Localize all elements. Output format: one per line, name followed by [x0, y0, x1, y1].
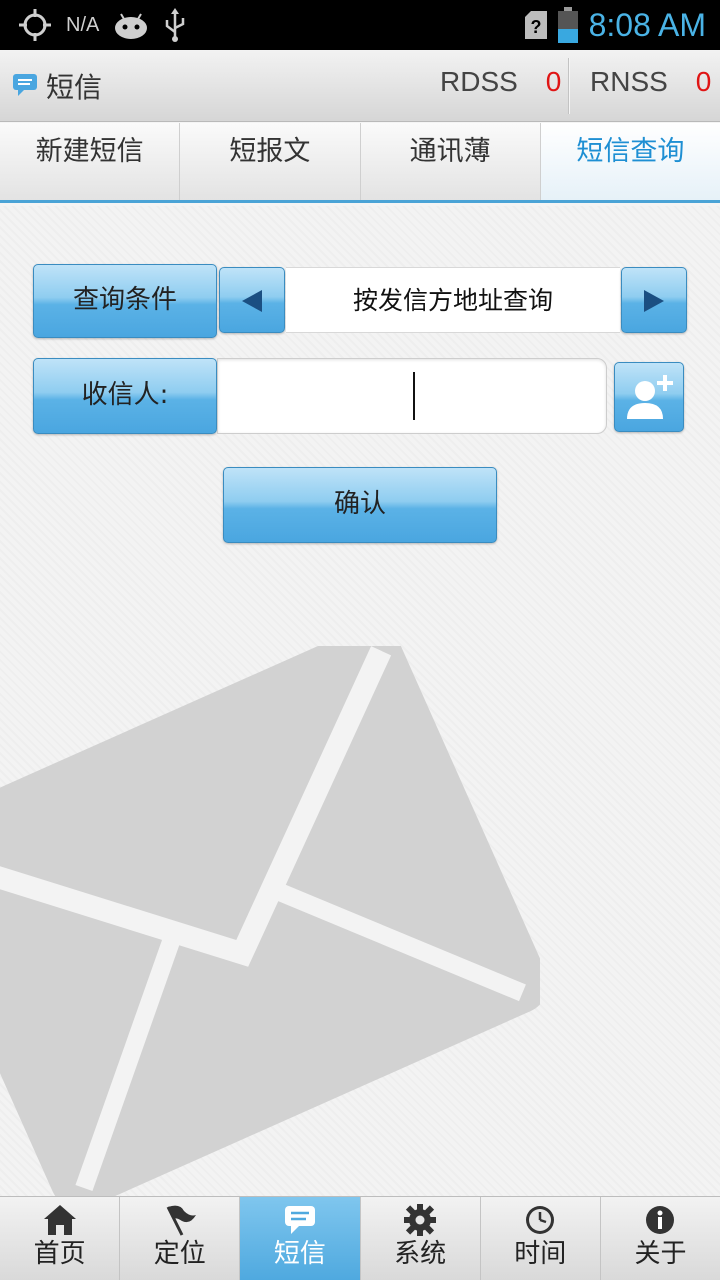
- nav-home[interactable]: 首页: [0, 1197, 121, 1280]
- nav-time[interactable]: 时间: [481, 1197, 601, 1280]
- rnss-counter: RNSS 0: [590, 66, 711, 98]
- clock-icon: [526, 1206, 555, 1234]
- message-app-icon: [13, 74, 37, 96]
- svg-text:?: ?: [530, 17, 541, 37]
- network-label: N/A: [66, 13, 100, 36]
- tab-label: 短信查询: [576, 136, 685, 167]
- confirm-button[interactable]: 确认: [223, 467, 497, 543]
- tab-address-book[interactable]: 通讯薄: [361, 123, 541, 200]
- recipient-label: 收信人:: [33, 358, 217, 434]
- nav-label: 关于: [634, 1239, 687, 1269]
- usb-icon: [166, 8, 185, 42]
- rnss-count: 0: [695, 66, 712, 97]
- tab-short-report[interactable]: 短报文: [180, 123, 361, 200]
- rdss-count: 0: [545, 66, 562, 97]
- arrow-right-icon: [644, 290, 664, 312]
- add-contact-button[interactable]: [614, 362, 684, 432]
- gear-icon: [404, 1204, 437, 1236]
- text-caret: [413, 372, 415, 420]
- title-bar: 短信 RDSS 0 RNSS 0: [0, 50, 720, 122]
- tab-message-query[interactable]: 短信查询: [540, 123, 720, 200]
- add-user-icon: [627, 375, 673, 419]
- next-condition-button[interactable]: [621, 267, 687, 333]
- home-icon: [43, 1205, 76, 1235]
- nav-label: 定位: [153, 1239, 206, 1269]
- arrow-left-icon: [242, 290, 262, 312]
- rdss-label: RDSS: [440, 66, 518, 97]
- main-content: 查询条件 按发信方地址查询 收信人: 确认: [0, 206, 720, 1196]
- rdss-counter: RDSS 0: [440, 66, 561, 98]
- message-icon: [284, 1206, 315, 1234]
- tab-label: 新建短信: [35, 136, 144, 167]
- status-right: ? 8:08 AM: [524, 4, 706, 46]
- query-condition-text: 查询条件: [72, 285, 177, 315]
- android-icon: [115, 13, 148, 39]
- query-condition-label: 查询条件: [33, 264, 217, 338]
- nav-label: 首页: [33, 1239, 86, 1269]
- rnss-label: RNSS: [590, 66, 668, 97]
- flag-icon: [166, 1205, 196, 1236]
- recipient-label-text: 收信人:: [81, 380, 169, 410]
- clock: 8:08 AM: [588, 6, 706, 43]
- nav-about[interactable]: 关于: [601, 1197, 720, 1280]
- title-divider: [568, 58, 569, 114]
- page-title: 短信: [46, 71, 103, 104]
- nav-label: 系统: [394, 1239, 447, 1269]
- nav-label: 短信: [273, 1239, 326, 1269]
- tab-new-message[interactable]: 新建短信: [0, 123, 181, 200]
- no-sim-icon: ?: [524, 11, 547, 39]
- battery-icon: [557, 7, 578, 43]
- bottom-nav: 首页 定位 短信 系统 时间 关于: [0, 1196, 720, 1280]
- nav-system[interactable]: 系统: [361, 1197, 481, 1280]
- prev-condition-button[interactable]: [219, 267, 285, 333]
- status-bar: N/A ? 8:08 AM: [0, 0, 720, 50]
- gps-icon: [19, 9, 51, 41]
- recipient-input[interactable]: [217, 358, 607, 434]
- query-condition-value: 按发信方地址查询: [286, 267, 620, 333]
- nav-messages[interactable]: 短信: [240, 1197, 361, 1280]
- tab-bar: 新建短信 短报文 通讯薄 短信查询: [0, 123, 720, 203]
- tab-label: 短报文: [229, 136, 311, 167]
- status-left: N/A: [18, 8, 187, 42]
- nav-label: 时间: [514, 1239, 567, 1269]
- tab-label: 通讯薄: [409, 136, 491, 167]
- envelope-watermark-icon: [0, 646, 540, 1196]
- nav-location[interactable]: 定位: [120, 1197, 241, 1280]
- confirm-button-label: 确认: [333, 489, 386, 519]
- info-icon: [646, 1206, 675, 1234]
